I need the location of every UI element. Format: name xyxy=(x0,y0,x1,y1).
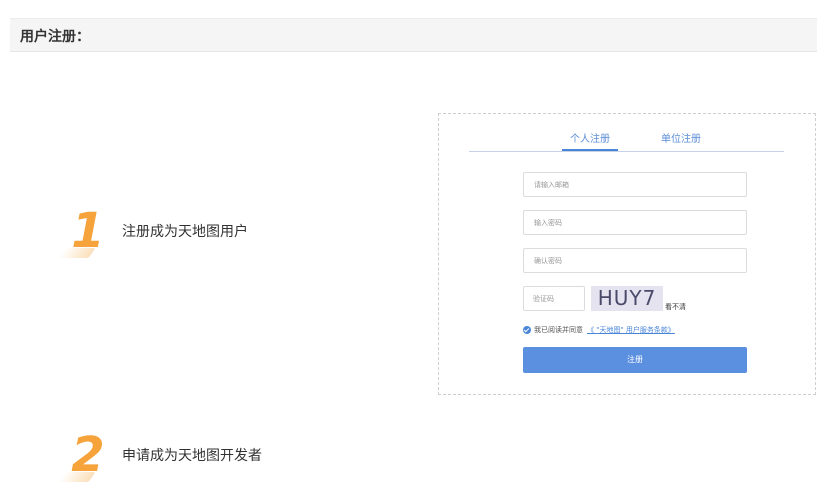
section-header: 用户注册： xyxy=(10,18,817,52)
step-number-2: 2 xyxy=(58,430,108,482)
step-1: 1 注册成为天地图用户 xyxy=(58,206,248,258)
email-placeholder: 请输入邮箱 xyxy=(534,181,569,189)
refresh-captcha-link[interactable]: 看不清 xyxy=(665,302,686,312)
register-button[interactable]: 注册 xyxy=(523,347,747,373)
password-field[interactable]: 输入密码 xyxy=(523,210,747,235)
password-placeholder: 输入密码 xyxy=(534,219,562,227)
step-number-1: 1 xyxy=(58,206,108,258)
page-title: 用户注册： xyxy=(20,29,90,45)
step-2: 2 申请成为天地图开发者 xyxy=(58,430,262,482)
checkbox-checked-icon[interactable] xyxy=(523,326,531,334)
agreement-row: 我已阅读并同意 《 "天地图" 用户服务条款》 xyxy=(523,325,675,335)
registration-form: 个人注册 单位注册 请输入邮箱 输入密码 确认密码 验证码 HUY7 看不清 我… xyxy=(438,113,816,395)
terms-link[interactable]: 《 "天地图" 用户服务条款》 xyxy=(587,325,675,335)
agreement-text: 我已阅读并同意 xyxy=(534,326,583,334)
confirm-password-field[interactable]: 确认密码 xyxy=(523,248,747,273)
confirm-password-placeholder: 确认密码 xyxy=(534,257,562,265)
step-1-label: 注册成为天地图用户 xyxy=(122,224,248,240)
captcha-input[interactable]: 验证码 xyxy=(523,286,585,311)
captcha-placeholder: 验证码 xyxy=(533,295,554,303)
tab-company-registration[interactable]: 单位注册 xyxy=(661,133,701,147)
tab-personal-registration[interactable]: 个人注册 xyxy=(562,133,618,151)
captcha-image[interactable]: HUY7 xyxy=(591,286,663,311)
step-2-label: 申请成为天地图开发者 xyxy=(122,448,262,464)
registration-tabs: 个人注册 单位注册 xyxy=(469,133,784,152)
email-field[interactable]: 请输入邮箱 xyxy=(523,172,747,197)
